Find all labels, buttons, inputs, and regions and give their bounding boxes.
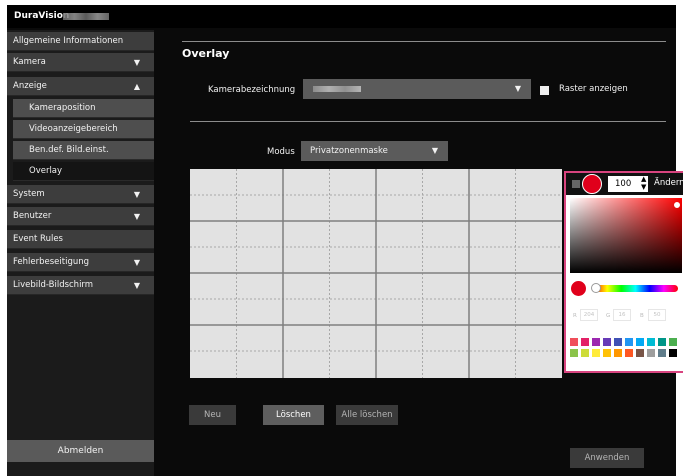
sidebar-item-general-info[interactable]: Allgemeine Informationen — [7, 32, 154, 51]
mode-label: Modus — [267, 147, 295, 157]
sidebar-item-camera[interactable]: Kamera ▼ — [7, 53, 154, 72]
privacy-mask-grid[interactable] — [190, 169, 562, 378]
main-panel: Overlay Kamerabezeichnung ▼ Raster anzei… — [154, 30, 683, 476]
grid-lines — [190, 169, 562, 378]
mode-select[interactable]: Privatzonenmaske ▼ — [301, 141, 448, 161]
b-input[interactable]: 50 — [648, 309, 666, 321]
show-grid-checkbox[interactable] — [540, 86, 549, 95]
chevron-up-icon: ▲ — [133, 82, 140, 91]
color-swatch[interactable] — [592, 338, 600, 346]
color-swatch[interactable] — [603, 349, 611, 357]
sidebar-item-users[interactable]: Benutzer ▼ — [7, 207, 154, 226]
selected-color-swatch[interactable] — [582, 174, 602, 194]
top-bar: DuraVision — [7, 5, 676, 28]
color-picker-header: 100 ▲ ▼ Ändern — [566, 173, 683, 195]
chevron-down-icon: ▼ — [133, 258, 140, 267]
color-swatch[interactable] — [647, 338, 655, 346]
sidebar-subitem-overlay[interactable]: Overlay — [13, 162, 154, 181]
sidebar-subitem-label: Ben.def. Bild.einst. — [29, 145, 109, 155]
sidebar-subitem-video-area[interactable]: Videoanzeigebereich — [13, 120, 154, 139]
brand-logo: DuraVision — [14, 11, 70, 21]
sidebar-item-liveview[interactable]: Livebild-Bildschirm ▼ — [7, 276, 154, 295]
color-swatch[interactable] — [669, 338, 677, 346]
sidebar-item-system[interactable]: System ▼ — [7, 185, 154, 204]
color-swatch[interactable] — [570, 349, 578, 357]
camera-name-redacted — [313, 86, 361, 92]
sidebar-subitem-camera-position[interactable]: Kameraposition — [13, 99, 154, 118]
divider — [182, 41, 666, 42]
color-swatch[interactable] — [636, 338, 644, 346]
g-input[interactable]: 16 — [613, 309, 631, 321]
saturation-value-area[interactable] — [570, 198, 682, 273]
color-swatch[interactable] — [625, 349, 633, 357]
saturation-handle[interactable] — [674, 202, 680, 208]
r-label: R — [573, 313, 577, 319]
hue-slider[interactable] — [593, 285, 678, 292]
current-color-preview — [571, 281, 586, 296]
chevron-down-icon: ▼ — [431, 146, 438, 155]
delete-all-button[interactable]: Alle löschen — [336, 405, 398, 425]
chevron-down-icon: ▼ — [514, 84, 521, 93]
sidebar-item-event-rules[interactable]: Event Rules — [7, 230, 154, 249]
color-swatch[interactable] — [625, 338, 633, 346]
camera-name-label: Kamerabezeichnung — [208, 85, 296, 95]
change-color-button[interactable]: Ändern — [654, 178, 683, 188]
camera-name-select[interactable]: ▼ — [303, 79, 531, 99]
transparency-icon[interactable] — [572, 180, 580, 188]
color-swatch[interactable] — [581, 349, 589, 357]
new-button[interactable]: Neu — [189, 405, 236, 425]
sidebar-item-label: Event Rules — [13, 234, 63, 244]
color-swatch[interactable] — [581, 338, 589, 346]
sidebar-item-label: System — [13, 189, 45, 199]
chevron-down-icon: ▼ — [133, 212, 140, 221]
chevron-down-icon: ▼ — [133, 58, 140, 67]
sidebar: Allgemeine Informationen Kamera ▼ Anzeig… — [7, 30, 154, 476]
color-swatch[interactable] — [603, 338, 611, 346]
color-swatch[interactable] — [636, 349, 644, 357]
color-swatch[interactable] — [592, 349, 600, 357]
sidebar-item-label: Benutzer — [13, 211, 52, 221]
b-label: B — [640, 313, 644, 319]
sidebar-item-label: Livebild-Bildschirm — [13, 280, 94, 290]
color-swatch[interactable] — [614, 349, 622, 357]
logout-button[interactable]: Abmelden — [7, 440, 154, 462]
page-title: Overlay — [182, 47, 230, 60]
mode-select-value: Privatzonenmaske — [310, 146, 388, 156]
chevron-down-icon: ▼ — [133, 281, 140, 290]
g-label: G — [606, 313, 611, 319]
sidebar-subitem-label: Videoanzeigebereich — [29, 124, 118, 134]
sidebar-item-label: Allgemeine Informationen — [13, 36, 124, 46]
sidebar-subitem-label: Overlay — [29, 166, 63, 176]
color-swatch[interactable] — [570, 338, 578, 346]
color-swatch[interactable] — [658, 338, 666, 346]
apply-button[interactable]: Anwenden — [570, 448, 644, 468]
color-swatch[interactable] — [614, 338, 622, 346]
color-swatch[interactable] — [647, 349, 655, 357]
color-picker: 100 ▲ ▼ Ändern R 204 G 16 B 50 — [564, 171, 683, 373]
r-input[interactable]: 204 — [580, 309, 598, 321]
spinner-icon[interactable]: ▲ ▼ — [641, 175, 646, 191]
model-name-redacted — [63, 13, 109, 20]
hue-slider-handle[interactable] — [591, 283, 601, 293]
color-swatch[interactable] — [669, 349, 677, 357]
sidebar-subitem-custom-image-settings[interactable]: Ben.def. Bild.einst. — [13, 141, 154, 160]
sidebar-subitem-label: Kameraposition — [29, 103, 96, 113]
sidebar-item-label: Kamera — [13, 57, 46, 67]
show-grid-label: Raster anzeigen — [559, 84, 628, 94]
sidebar-item-display[interactable]: Anzeige ▲ — [7, 77, 154, 96]
divider — [190, 121, 666, 122]
app-window: DuraVision Allgemeine Informationen Kame… — [7, 5, 683, 476]
sidebar-item-label: Anzeige — [13, 81, 47, 91]
sidebar-item-troubleshooting[interactable]: Fehlerbeseitigung ▼ — [7, 253, 154, 272]
color-swatch[interactable] — [658, 349, 666, 357]
chevron-down-icon: ▼ — [133, 190, 140, 199]
sidebar-item-label: Fehlerbeseitigung — [13, 257, 90, 267]
delete-button[interactable]: Löschen — [263, 405, 324, 425]
